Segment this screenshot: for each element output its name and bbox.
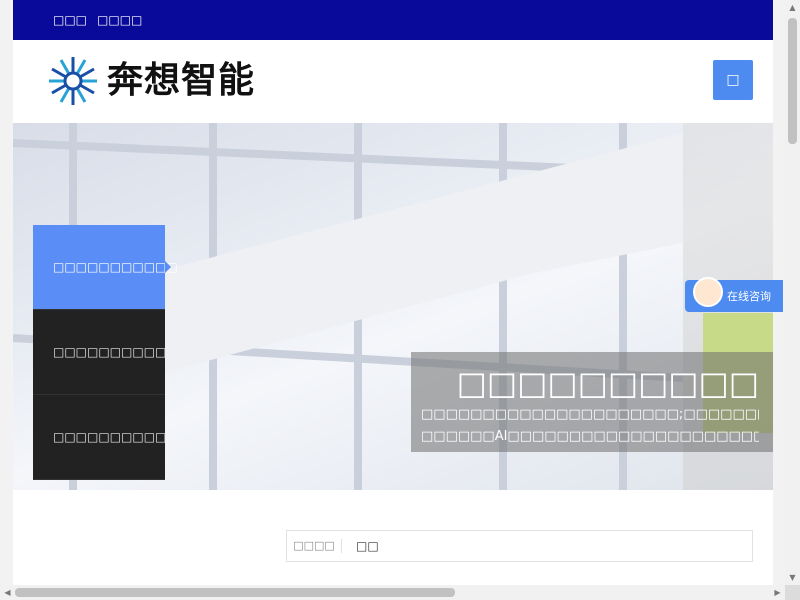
scroll-right-icon[interactable]: ▶ bbox=[770, 585, 785, 600]
search-bar: □□□□ □□ bbox=[286, 530, 753, 562]
search-type-select[interactable]: □□□□ bbox=[287, 539, 342, 553]
vertical-scrollbar[interactable]: ▲ ▼ bbox=[785, 0, 800, 585]
caption-line-2: □□□□□□AI□□□□□□□□□□□□□□□□□□□□□□□□□□ bbox=[421, 429, 759, 444]
side-menu-item-1[interactable]: □□□□□□□□□□□ bbox=[33, 225, 178, 310]
horizontal-scrollbar[interactable]: ◀ ▶ bbox=[0, 585, 785, 600]
side-menu: □□□□□□□□□□□ □□□□□□□□□□ □□□□□□□□□□ bbox=[33, 225, 178, 480]
scroll-up-icon[interactable]: ▲ bbox=[785, 0, 800, 15]
header: 奔想智能 □ bbox=[13, 40, 773, 123]
side-menu-label-1: □□□□□□□□□□□ bbox=[53, 260, 178, 274]
logo-text: 奔想智能 bbox=[107, 60, 256, 101]
search-input[interactable]: □□ bbox=[342, 539, 379, 553]
banner-caption: □□□□□□□□□□ □□□□□□□□□□□□□□□□□□□□□;□□□□□□ □… bbox=[411, 352, 773, 452]
side-menu-item-3[interactable]: □□□□□□□□□□ bbox=[33, 395, 167, 480]
hero-banner: □□□□□□□□□□□ □□□□□□□□□□ □□□□□□□□□□ □□□□□□… bbox=[13, 123, 773, 490]
side-menu-label-3: □□□□□□□□□□ bbox=[53, 430, 167, 444]
top-bar: □□□ □□□□ bbox=[13, 0, 773, 40]
snowflake-logo-icon bbox=[49, 57, 97, 105]
caption-line-1: □□□□□□□□□□□□□□□□□□□□□;□□□□□□□□□□□□□ bbox=[421, 407, 759, 422]
side-menu-label-2: □□□□□□□□□□ bbox=[53, 345, 167, 359]
horizontal-scroll-thumb[interactable] bbox=[15, 588, 455, 597]
side-menu-item-2[interactable]: □□□□□□□□□□ bbox=[33, 310, 167, 395]
top-link-1[interactable]: □□□ bbox=[53, 12, 87, 28]
vertical-scroll-thumb[interactable] bbox=[788, 18, 797, 144]
menu-icon: □ bbox=[726, 72, 740, 88]
page: □□□ □□□□ 奔想智能 □ □□□□□□□□□□□ □□□□□□□□□□ □… bbox=[13, 0, 773, 600]
agent-avatar-icon bbox=[693, 277, 723, 307]
caption-title: □□□□□□□□□□ bbox=[456, 364, 759, 402]
scroll-down-icon[interactable]: ▼ bbox=[785, 570, 800, 585]
scroll-left-icon[interactable]: ◀ bbox=[0, 585, 15, 600]
menu-button[interactable]: □ bbox=[713, 60, 753, 100]
top-links: □□□ □□□□ bbox=[53, 12, 142, 28]
consult-label: 在线咨询 bbox=[727, 290, 771, 303]
top-link-2[interactable]: □□□□ bbox=[97, 12, 142, 28]
logo[interactable]: 奔想智能 bbox=[47, 55, 255, 107]
scrollbar-corner bbox=[785, 585, 800, 600]
online-consult-button[interactable]: 在线咨询 bbox=[685, 277, 783, 312]
